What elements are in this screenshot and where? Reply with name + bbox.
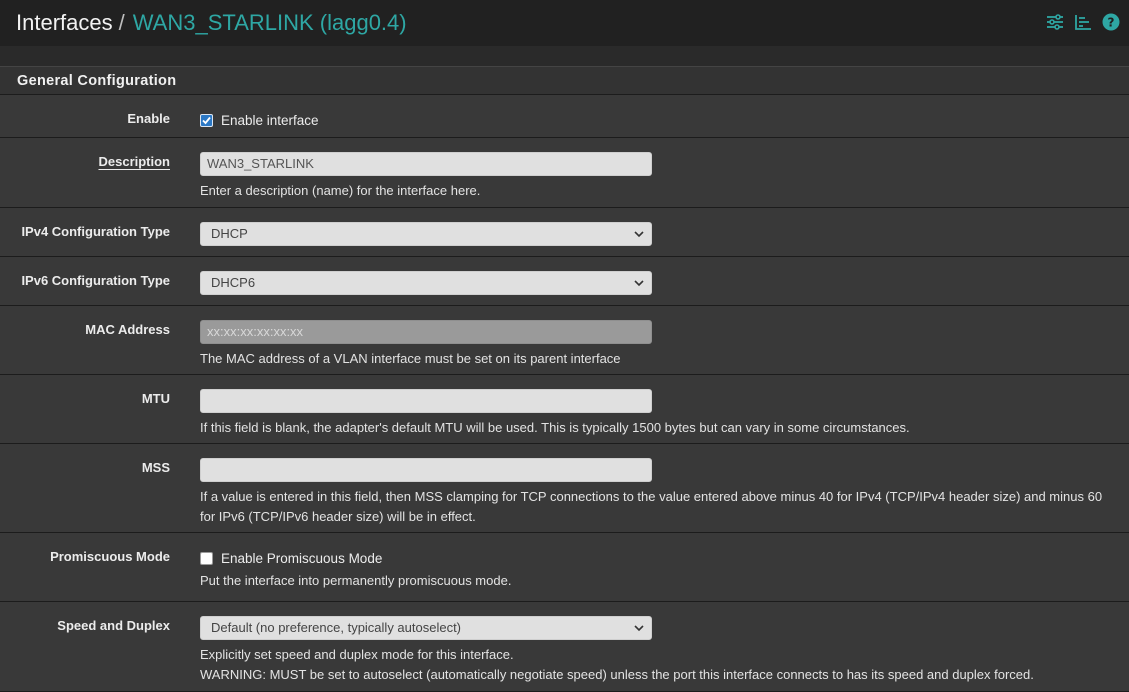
- enable-label: Enable: [127, 111, 170, 126]
- mss-field: If a value is entered in this field, the…: [200, 458, 1105, 527]
- mss-label: MSS: [141, 460, 170, 475]
- speed-select[interactable]: Default (no preference, typically autose…: [200, 616, 652, 640]
- enable-checkbox-label[interactable]: Enable interface: [221, 113, 319, 128]
- mtu-label: MTU: [141, 391, 170, 406]
- help-icon[interactable]: ?: [1101, 12, 1121, 32]
- description-help: Enter a description (name) for the inter…: [200, 183, 481, 198]
- mac-input: xx:xx:xx:xx:xx:xx: [200, 320, 652, 344]
- enable-checkbox-line[interactable]: Enable interface: [200, 110, 1105, 130]
- ipv6-selected: DHCP6: [211, 275, 256, 290]
- mtu-help: If this field is blank, the adapter's de…: [200, 420, 910, 435]
- mac-field: xx:xx:xx:xx:xx:xx The MAC address of a V…: [200, 320, 1105, 369]
- mtu-input[interactable]: [200, 389, 652, 413]
- promiscuous-checkbox-line[interactable]: Enable Promiscuous Mode: [200, 548, 1105, 568]
- ipv4-field: DHCP: [200, 222, 1105, 246]
- breadcrumb: Interfaces / WAN3_STARLINK (lagg0.4): [16, 9, 407, 37]
- speed-warning-text: WARNING: MUST be set to autoselect (auto…: [200, 667, 1034, 682]
- breadcrumb-current[interactable]: WAN3_STARLINK (lagg0.4): [133, 10, 407, 35]
- promiscuous-help: Put the interface into permanently promi…: [200, 573, 512, 588]
- sliders-icon[interactable]: [1045, 12, 1065, 32]
- row-ipv4: IPv4 Configuration Type DHCP: [0, 208, 1129, 257]
- mss-input[interactable]: [200, 458, 652, 482]
- chevron-down-icon: [634, 280, 644, 287]
- row-description: Description WAN3_STARLINK Enter a descri…: [0, 138, 1129, 208]
- speed-field: Default (no preference, typically autose…: [200, 616, 1105, 685]
- header-icons: ?: [1045, 12, 1121, 32]
- row-promiscuous: Promiscuous Mode Enable Promiscuous Mode…: [0, 533, 1129, 602]
- breadcrumb-separator: /: [118, 10, 125, 35]
- enable-checkbox[interactable]: [200, 113, 213, 127]
- description-input[interactable]: WAN3_STARLINK: [200, 152, 652, 176]
- ipv6-field: DHCP6: [200, 271, 1105, 295]
- ipv4-select[interactable]: DHCP: [200, 222, 652, 246]
- panel-heading: General Configuration: [0, 66, 1129, 95]
- chevron-down-icon: [634, 625, 644, 632]
- chevron-down-icon: [634, 231, 644, 238]
- promiscuous-checkbox-label[interactable]: Enable Promiscuous Mode: [221, 551, 382, 566]
- row-mtu: MTU If this field is blank, the adapter'…: [0, 375, 1129, 444]
- promiscuous-field: Enable Promiscuous Mode Put the interfac…: [200, 550, 1105, 591]
- speed-selected: Default (no preference, typically autose…: [211, 620, 462, 635]
- page-header: Interfaces / WAN3_STARLINK (lagg0.4) ?: [0, 0, 1129, 46]
- form-rows: Enable Enable interface Description WAN3…: [0, 95, 1129, 692]
- row-speed-duplex: Speed and Duplex Default (no preference,…: [0, 602, 1129, 692]
- list-chart-icon[interactable]: [1073, 12, 1093, 32]
- mac-help: The MAC address of a VLAN interface must…: [200, 351, 621, 366]
- enable-field: Enable interface: [200, 112, 1105, 130]
- mss-help: If a value is entered in this field, the…: [200, 489, 1103, 524]
- svg-text:?: ?: [1108, 16, 1115, 30]
- ipv6-label: IPv6 Configuration Type: [21, 273, 170, 288]
- row-mss: MSS If a value is entered in this field,…: [0, 444, 1129, 533]
- promiscuous-checkbox[interactable]: [200, 551, 213, 565]
- check-icon: [202, 116, 211, 124]
- ipv6-select[interactable]: DHCP6: [200, 271, 652, 295]
- speed-label: Speed and Duplex: [57, 618, 170, 633]
- row-mac: MAC Address xx:xx:xx:xx:xx:xx The MAC ad…: [0, 306, 1129, 375]
- description-label: Description: [98, 154, 170, 169]
- description-field: WAN3_STARLINK Enter a description (name)…: [200, 152, 1105, 201]
- ipv4-selected: DHCP: [211, 226, 248, 241]
- speed-help-text: Explicitly set speed and duplex mode for…: [200, 647, 514, 662]
- speed-help: Explicitly set speed and duplex mode for…: [200, 645, 1105, 685]
- breadcrumb-root[interactable]: Interfaces: [16, 10, 113, 35]
- row-enable: Enable Enable interface: [0, 95, 1129, 138]
- promiscuous-label: Promiscuous Mode: [50, 549, 170, 564]
- mac-label: MAC Address: [85, 322, 170, 337]
- ipv4-label: IPv4 Configuration Type: [21, 224, 170, 239]
- mtu-field: If this field is blank, the adapter's de…: [200, 389, 1105, 438]
- panel-title: General Configuration: [17, 73, 177, 89]
- row-ipv6: IPv6 Configuration Type DHCP6: [0, 257, 1129, 306]
- header-spacer: [0, 46, 1129, 66]
